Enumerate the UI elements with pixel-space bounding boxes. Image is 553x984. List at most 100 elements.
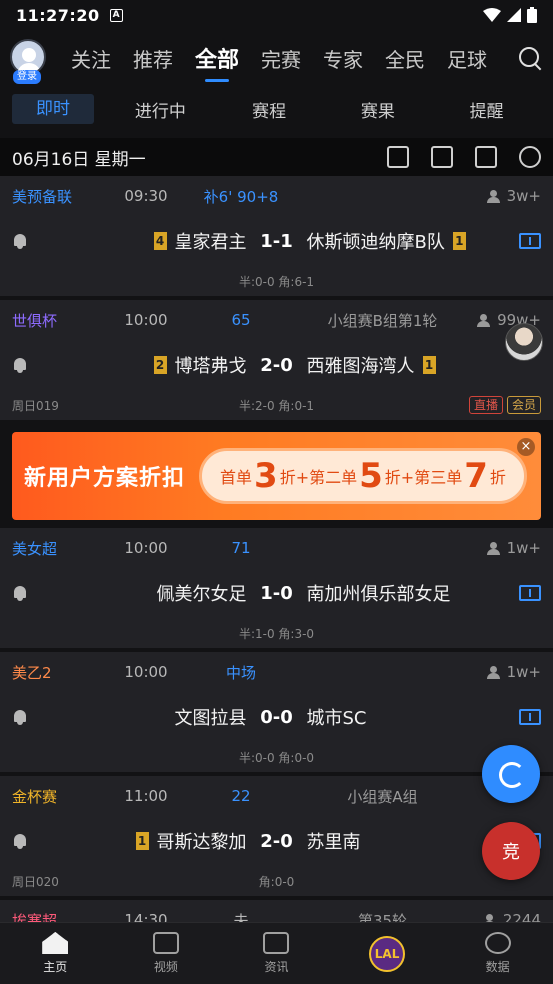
promo-banner[interactable]: 新用户方案折扣 首单 3 折+第二单 5 折+第三单 7 折 × xyxy=(12,432,541,520)
bell-icon[interactable] xyxy=(12,233,28,249)
home-team-name: 佩美尔女足 xyxy=(156,584,247,605)
pitch-icon[interactable] xyxy=(519,709,541,725)
filter-icon[interactable] xyxy=(431,146,453,168)
yellow-card-count: 4 xyxy=(153,232,167,250)
match-time: 10:00 xyxy=(124,311,168,329)
match-time: 09:30 xyxy=(124,187,168,205)
nav-video[interactable]: 视频 xyxy=(111,923,222,984)
match-teams: 佩美尔女足 1-0 南加州俱乐部女足 xyxy=(12,568,541,618)
tab-football[interactable]: 足球 xyxy=(447,44,487,73)
match-row[interactable]: 金杯赛 11:00 22 小组赛A组 1 哥斯达黎加 2-0 苏里南 周日020 … xyxy=(0,776,553,900)
refresh-icon[interactable] xyxy=(482,745,540,803)
yellow-card-count: 2 xyxy=(153,356,167,374)
tab-all[interactable]: 全部 xyxy=(195,42,239,74)
tab-public[interactable]: 全民 xyxy=(385,44,425,73)
nav-news[interactable]: 资讯 xyxy=(221,923,332,984)
match-row[interactable]: 美乙2 10:00 中场 1w+ 文图拉县 0-0 城市SC 半:0-0 角:0… xyxy=(0,652,553,776)
people-icon xyxy=(486,190,501,203)
bell-icon[interactable] xyxy=(12,833,28,849)
pitch-icon[interactable] xyxy=(519,233,541,249)
half-corner-stats: 半:2-0 角:0-1 xyxy=(238,398,315,413)
half-corner-stats: 半:0-0 角:0-0 xyxy=(238,750,315,765)
match-row[interactable]: 世俱杯 10:00 65 小组赛B组第1轮 99w+ 2 博塔弗戈 2-0 西雅图… xyxy=(0,300,553,424)
home-team: 佩美尔女足 xyxy=(157,580,247,606)
match-footer: 半:0-0 角:0-0 xyxy=(12,742,541,772)
league-name[interactable]: 金杯赛 xyxy=(12,786,112,807)
nav-home-label: 主页 xyxy=(43,960,68,974)
nav-home[interactable]: 主页 xyxy=(0,923,111,984)
bottom-nav: 主页 视频 资讯 LAL 数据 xyxy=(0,922,553,984)
match-time: 11:00 xyxy=(124,787,168,805)
match-status: 22 xyxy=(231,787,251,805)
match-footer: 周日020 角:0-0 xyxy=(12,866,541,896)
status-bar: 11:27:20 A xyxy=(0,0,553,30)
league-name[interactable]: 美预备联 xyxy=(12,186,112,207)
match-teams: 4 皇家君主 1-1 休斯顿迪纳摩B队 1 xyxy=(12,216,541,266)
bell-icon[interactable] xyxy=(12,357,28,373)
away-team: 西雅图海湾人 1 xyxy=(307,352,436,378)
match-header: 金杯赛 11:00 22 小组赛A组 xyxy=(12,776,541,816)
tab-expert[interactable]: 专家 xyxy=(323,44,363,73)
edit-icon[interactable] xyxy=(387,146,409,168)
away-team: 休斯顿迪纳摩B队 1 xyxy=(307,228,466,254)
subtab-in-progress[interactable]: 进行中 xyxy=(106,97,215,122)
discount-number: 3 xyxy=(254,456,278,496)
away-team: 南加州俱乐部女足 xyxy=(307,580,451,606)
yellow-card-count: 1 xyxy=(452,232,466,250)
tab-follow[interactable]: 关注 xyxy=(71,44,111,73)
match-header: 美乙2 10:00 中场 1w+ xyxy=(12,652,541,692)
subtab-schedule[interactable]: 赛程 xyxy=(215,97,324,122)
score: 1-0 xyxy=(260,582,293,604)
league-name[interactable]: 美女超 xyxy=(12,538,112,559)
people-icon xyxy=(486,666,501,679)
viewer-count: 1w+ xyxy=(506,663,541,681)
tab-finished[interactable]: 完赛 xyxy=(261,44,301,73)
nav-data[interactable]: 数据 xyxy=(442,923,553,984)
match-time: 10:00 xyxy=(124,663,168,681)
live-tag[interactable]: 直播 xyxy=(468,396,503,414)
date-label[interactable]: 06月16日 星期一 xyxy=(12,145,146,170)
home-team-name: 哥斯达黎加 xyxy=(156,832,247,853)
pitch-icon[interactable] xyxy=(519,585,541,601)
nav-data-label: 数据 xyxy=(485,960,510,974)
score: 2-0 xyxy=(260,830,293,852)
nav-team[interactable]: LAL xyxy=(332,923,443,984)
viewer-count: 1w+ xyxy=(506,539,541,557)
member-tag[interactable]: 会员 xyxy=(506,396,541,414)
home-team-name: 皇家君主 xyxy=(174,232,247,253)
wifi-icon xyxy=(483,8,501,22)
match-row[interactable]: 美预备联 09:30 补6' 90+8 3w+ 4 皇家君主 1-1 休斯顿迪纳摩… xyxy=(0,176,553,300)
subtab-results[interactable]: 赛果 xyxy=(324,97,433,122)
login-label[interactable]: 登录 xyxy=(13,70,41,84)
status-icons xyxy=(483,7,537,23)
people-icon xyxy=(486,542,501,555)
discount-text: 折 xyxy=(489,468,506,487)
match-teams: 2 博塔弗戈 2-0 西雅图海湾人 1 xyxy=(12,323,543,390)
viewers: 3w+ xyxy=(469,187,541,205)
sub-tabs: 即时 进行中 赛程 赛果 提醒 xyxy=(0,86,553,132)
tab-recommend[interactable]: 推荐 xyxy=(133,44,173,73)
settings-icon[interactable] xyxy=(519,146,541,168)
score: 0-0 xyxy=(260,706,293,728)
bell-icon[interactable] xyxy=(12,709,28,725)
close-icon[interactable]: × xyxy=(517,438,535,456)
league-name[interactable]: 美乙2 xyxy=(12,662,112,683)
home-icon xyxy=(42,932,69,954)
user-avatar[interactable]: 登录 xyxy=(10,39,48,84)
match-row[interactable]: 美女超 10:00 71 1w+ 佩美尔女足 1-0 南加州俱乐部女足 半:1-… xyxy=(0,528,553,652)
half-corner-stats: 角:0-0 xyxy=(258,874,295,889)
match-footer: 周日019 半:2-0 角:0-1 直播 会员 xyxy=(12,390,541,420)
match-round: 小组赛B组第1轮 xyxy=(327,311,438,330)
bell-icon[interactable] xyxy=(12,585,28,601)
date-tools xyxy=(387,146,541,168)
home-team: 1 哥斯达黎加 xyxy=(135,828,247,854)
scoreboard-icon[interactable] xyxy=(475,146,497,168)
streamer-avatar[interactable] xyxy=(505,323,543,361)
match-tags: 直播 会员 xyxy=(468,396,541,414)
subtab-live[interactable]: 即时 xyxy=(12,94,94,124)
league-name[interactable]: 世俱杯 xyxy=(12,310,112,331)
bet-button[interactable]: 竞 xyxy=(482,822,540,880)
subtab-reminders[interactable]: 提醒 xyxy=(432,97,541,122)
home-team: 文图拉县 xyxy=(175,704,247,730)
search-icon[interactable] xyxy=(517,45,543,71)
